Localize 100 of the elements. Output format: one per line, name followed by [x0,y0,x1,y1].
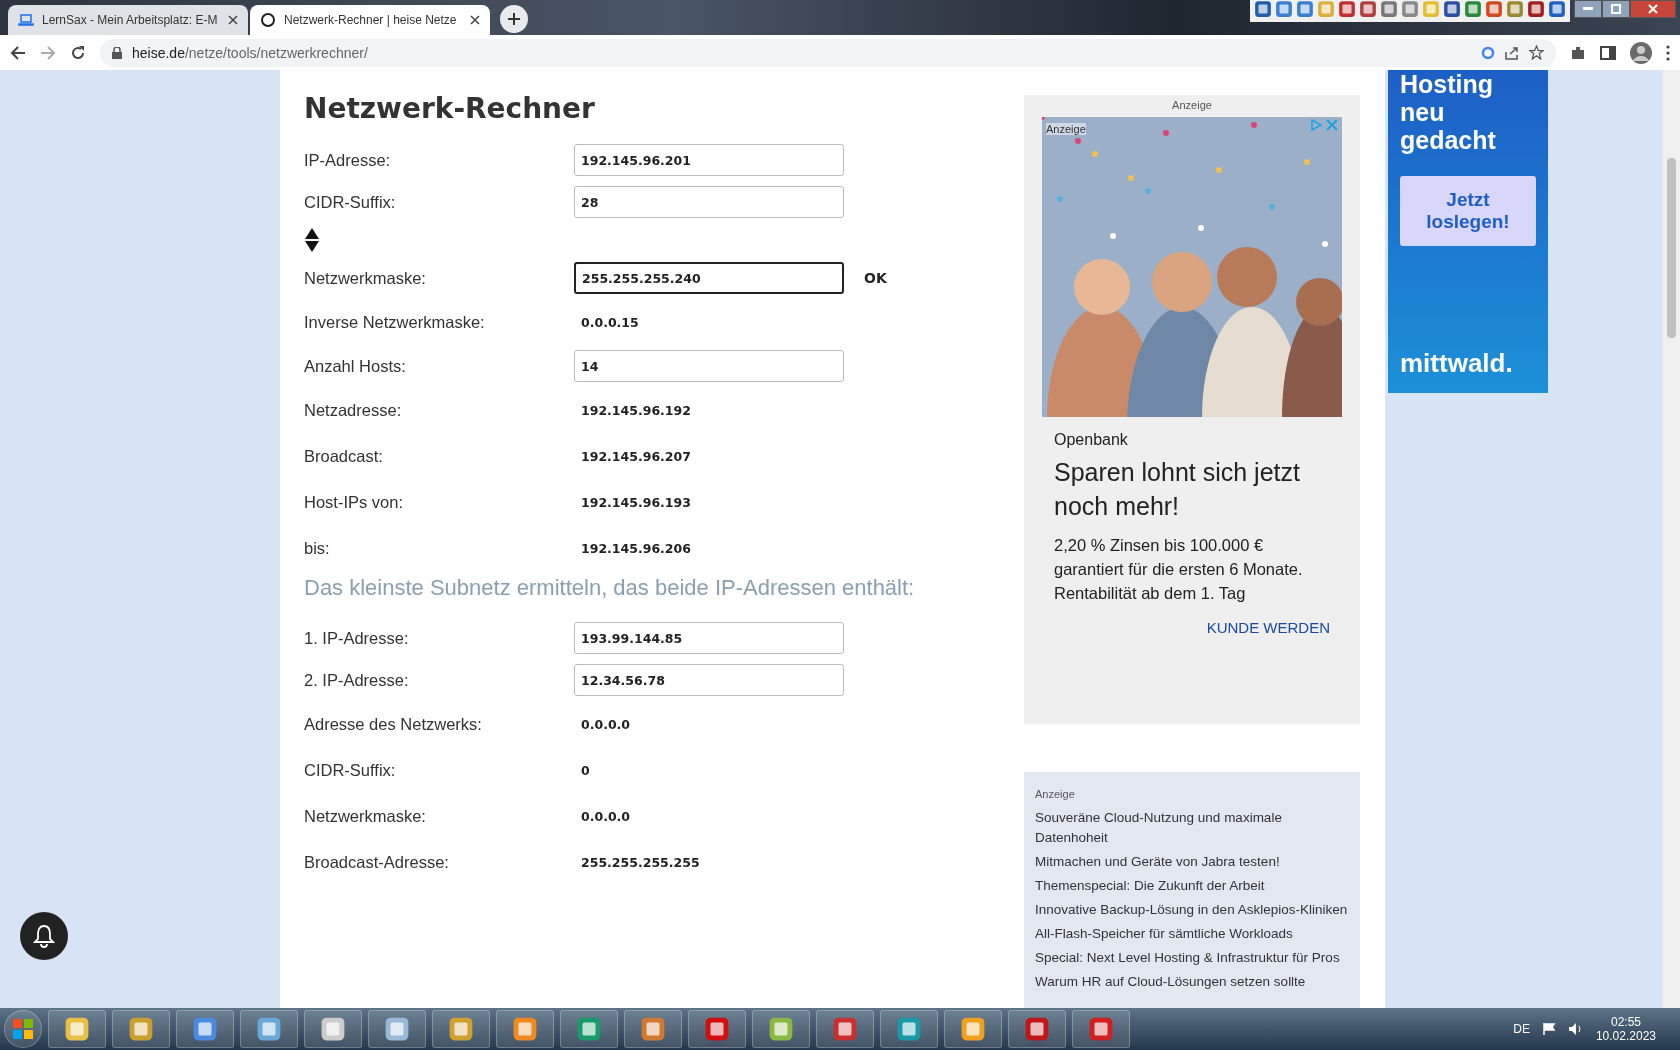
result-value: 192.145.96.193 [581,494,691,510]
lock-icon [112,46,122,59]
share-icon[interactable] [1505,45,1519,60]
speaker-icon[interactable] [1567,1022,1584,1036]
ad-link[interactable]: Innovative Backup-Lösung in den Asklepios-Kliniken [1035,900,1349,920]
field-label: bis: [304,538,331,558]
reload-icon[interactable] [70,44,86,61]
ad-headline: Sparen lohnt sich jetzt noch mehr! [1054,457,1301,522]
close-button[interactable] [1630,0,1676,18]
app-icon [1464,0,1482,18]
section-heading: Das kleinste Subnetz ermitteln, das beide IP-Adressen enthält: [304,575,916,601]
ad-link[interactable]: All-Flash-Speicher für sämtliche Workloads [1035,924,1349,944]
avatar-icon[interactable] [1630,41,1652,64]
close-icon[interactable] [470,15,480,25]
result-value: 192.145.96.207 [581,448,691,464]
site-logo-icon [260,13,276,27]
taskbar-button[interactable] [48,1010,106,1048]
start-button[interactable] [4,1010,42,1048]
app-icon [1506,0,1524,18]
app-icon [704,1016,730,1042]
ad-link[interactable]: Souveräne Cloud-Nutzung und maximale Datenhoheit [1035,808,1349,848]
result-value: 192.145.96.206 [581,540,691,556]
google-icon[interactable] [1481,45,1495,60]
app-icon [1296,0,1314,18]
banner-button[interactable]: Jetzt loslegen! [1400,176,1536,246]
browser-tab[interactable]: LernSax - Mein Arbeitsplatz: E-M [8,5,248,35]
ad-link[interactable]: Warum HR auf Cloud-Lösungen setzen sollte [1035,972,1349,992]
input-field[interactable]: 192.145.96.201 [574,144,844,176]
field-label: Inverse Netzwerkmaske: [304,312,486,332]
close-icon[interactable] [228,15,238,25]
ad-label: Anzeige [1046,123,1086,135]
input-field[interactable]: 193.99.144.85 [574,622,844,654]
input-field[interactable]: 12.34.56.78 [574,664,844,696]
ad-link[interactable]: Mitmachen und Geräte von Jabra testen! [1035,852,1349,872]
cta-link[interactable]: KUNDE WERDEN [1206,619,1330,636]
app-icon [1359,0,1377,18]
field-label: Broadcast: [304,446,384,466]
tab-title: Netzwerk-Rechner | heise Netze [284,13,458,27]
field-label: CIDR-Suffix: [304,192,397,212]
field-label: 1. IP-Adresse: [304,628,410,648]
menu-icon[interactable] [1666,44,1670,61]
app-icon [576,1016,602,1042]
taskbar-button[interactable] [816,1010,874,1048]
minimize-icon [1583,7,1593,11]
taskbar-button[interactable] [496,1010,554,1048]
url-text: heise.de/netze/tools/netzwerkrechner/ [132,44,369,61]
taskbar-button[interactable] [304,1010,362,1048]
ad-text: 2,20 % Zinsen bis 100.000 € garantiert für die ersten 6 Monate. Rentabilität ab dem 1. Tag [1054,535,1304,604]
taskbar-button[interactable] [1072,1010,1130,1048]
ok-button[interactable]: OK [860,268,891,288]
scrollbar[interactable] [1663,70,1680,1008]
input-field[interactable]: 28 [574,186,844,218]
taskbar-button[interactable] [1008,1010,1066,1048]
banner-headline: Hosting neu gedacht [1400,70,1497,154]
ad-link[interactable]: Themenspecial: Die Zukunft der Arbeit [1035,876,1349,896]
app-icon [64,1016,90,1042]
taskbar-button[interactable] [240,1010,298,1048]
restore-button[interactable] [1602,0,1630,18]
taskbar-button[interactable] [880,1010,938,1048]
result-value: 0.0.0.0 [581,808,631,824]
taskbar-button[interactable] [624,1010,682,1048]
clock-time: 02:55 [1610,1015,1641,1029]
ad-link[interactable]: Special: Next Level Hosting & Infrastruktur für Pros [1035,948,1349,968]
taskbar-button[interactable] [368,1010,426,1048]
field-label: Host-IPs von: [304,492,405,512]
app-icon [832,1016,858,1042]
input-field[interactable]: 255.255.255.240 [574,262,844,294]
plus-icon [508,13,520,25]
spinner-arrows-icon[interactable] [304,227,320,253]
taskbar-button[interactable] [432,1010,490,1048]
app-icon [1275,0,1293,18]
taskbar-button[interactable] [560,1010,618,1048]
field-label: Anzahl Hosts: [304,356,407,376]
back-icon[interactable] [10,44,26,61]
field-label: Broadcast-Adresse: [304,852,450,872]
app-icon [1254,0,1272,18]
taskbar-button[interactable] [176,1010,234,1048]
app-icon [448,1016,474,1042]
page-title: Netzwerk-Rechner [304,92,596,125]
language-indicator[interactable]: DE [1513,1022,1530,1036]
result-value: 255.255.255.255 [581,854,700,870]
app-icon [192,1016,218,1042]
taskbar-button[interactable] [112,1010,170,1048]
restore-icon [1611,4,1621,14]
app-icon [1527,0,1545,18]
browser-tab[interactable]: Netzwerk-Rechner | heise Netze [250,5,490,35]
flag-icon[interactable] [1541,1022,1556,1036]
taskbar-button[interactable] [688,1010,746,1048]
taskbar-button[interactable] [752,1010,810,1048]
taskbar-button[interactable] [944,1010,1002,1048]
field-label: 2. IP-Adresse: [304,670,410,690]
field-label: Adresse des Netzwerks: [304,714,483,734]
input-field[interactable]: 14 [574,350,844,382]
star-icon[interactable] [1529,45,1544,60]
new-tab-button[interactable] [500,5,528,33]
minimize-button[interactable] [1574,0,1602,18]
side-panel-icon[interactable] [1600,44,1616,61]
app-icon [896,1016,922,1042]
address-bar[interactable]: heise.de/netze/tools/netzwerkrechner/ [100,38,1556,67]
notification-button[interactable] [20,912,68,960]
